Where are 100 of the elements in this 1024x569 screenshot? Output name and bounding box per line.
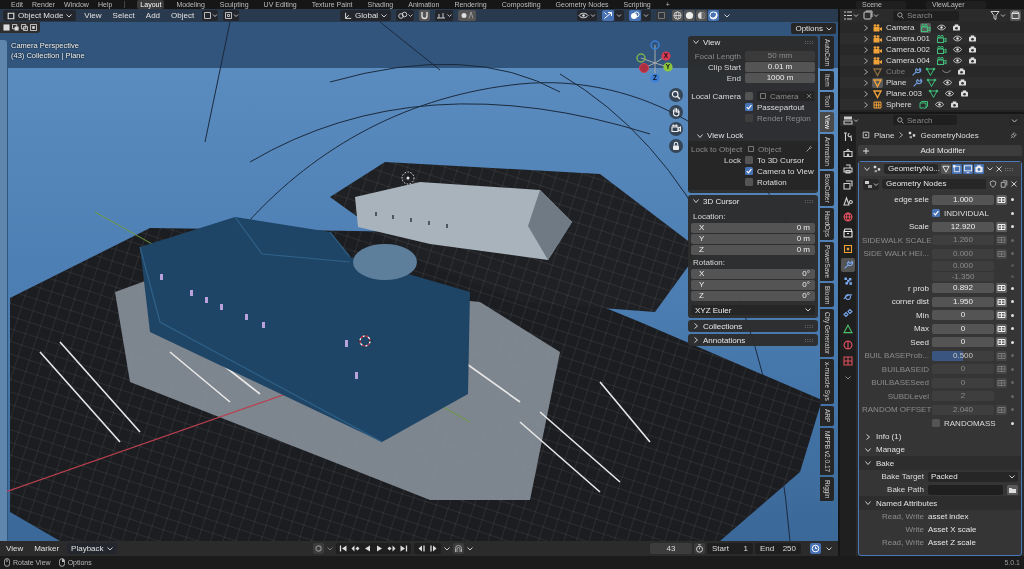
keyframe-dot-icon[interactable] <box>1011 252 1014 256</box>
grid-icon[interactable] <box>996 283 1007 294</box>
rendered-sphere-icon[interactable] <box>708 10 719 21</box>
close-icon[interactable] <box>996 166 1002 172</box>
checkbox[interactable] <box>745 156 753 164</box>
grid-icon[interactable] <box>996 323 1007 334</box>
list-view-icon[interactable] <box>843 10 859 21</box>
camera-icon[interactable] <box>958 79 968 86</box>
camera-icon[interactable] <box>952 24 962 31</box>
close-icon[interactable] <box>1011 181 1017 187</box>
object-field[interactable]: Camera <box>757 91 815 101</box>
number-field[interactable]: 0.892 <box>932 283 994 294</box>
grid-icon[interactable] <box>996 221 1007 232</box>
caret-icon[interactable] <box>444 546 451 551</box>
box-icon[interactable] <box>1010 10 1021 21</box>
eye-icon[interactable] <box>953 46 963 53</box>
add-modifier-button[interactable]: Add Modifier <box>858 145 1022 156</box>
square-outline-icon[interactable] <box>656 10 667 21</box>
funnel-icon[interactable] <box>990 10 1006 21</box>
select-box-icon[interactable] <box>202 10 219 21</box>
number-field[interactable]: 50 mm <box>745 51 815 61</box>
camera-icon[interactable] <box>936 44 948 55</box>
eye-icon[interactable] <box>577 10 597 21</box>
current-frame-field[interactable]: 43 <box>650 543 692 554</box>
bake-target-dropdown[interactable]: Packed <box>928 471 1018 482</box>
menu-item[interactable]: Select <box>109 11 138 20</box>
eye-icon[interactable] <box>953 57 963 64</box>
coordinate-field[interactable]: Z 0 m <box>691 245 815 255</box>
select-mode-icon[interactable] <box>12 24 19 31</box>
drag-handle-icon[interactable] <box>805 199 813 203</box>
keyframe-dot-icon[interactable] <box>1011 408 1014 412</box>
cube-icon[interactable] <box>917 99 929 110</box>
camera-icon[interactable] <box>968 57 978 64</box>
outliner-row[interactable]: Plane.003 <box>840 88 1024 99</box>
triangle-icon[interactable] <box>841 322 855 336</box>
wrench-icon[interactable] <box>912 77 924 88</box>
chevron-right-icon[interactable] <box>863 24 869 31</box>
drag-handle-icon[interactable] <box>805 338 813 342</box>
step-back-icon[interactable] <box>416 543 428 554</box>
playback-dropdown[interactable]: Playback <box>67 543 117 554</box>
search-field[interactable]: Search <box>893 10 959 21</box>
caret-icon[interactable] <box>987 167 993 171</box>
end-frame-field[interactable]: End 250 <box>755 543 801 554</box>
chevron-right-icon[interactable] <box>863 90 869 97</box>
arrow-toggle-icon[interactable] <box>602 10 624 21</box>
panel-header[interactable]: 3D Cursor <box>688 195 818 207</box>
keyframe-dot-icon[interactable] <box>1011 286 1014 290</box>
mode-dropdown[interactable]: Object Mode <box>3 10 77 21</box>
checkbox[interactable] <box>932 209 940 218</box>
camera-icon[interactable] <box>949 101 959 108</box>
square-vertex-icon[interactable] <box>952 164 962 174</box>
eye-icon[interactable] <box>937 24 947 31</box>
panel-header[interactable]: Annotations <box>688 334 818 346</box>
slider-track[interactable]: 0.500 <box>932 350 994 361</box>
keyframe-dot-icon[interactable] <box>1011 300 1014 304</box>
monitor-icon[interactable] <box>963 164 973 174</box>
particles-icon[interactable] <box>841 274 855 288</box>
snap-bars-icon[interactable] <box>435 10 454 21</box>
wrench-icon[interactable] <box>841 258 855 272</box>
keyframe-dot-icon[interactable] <box>1011 313 1014 317</box>
number-field[interactable]: 1000 m <box>745 73 815 83</box>
outliner-row[interactable]: Sphere <box>840 99 1024 110</box>
grid-icon[interactable] <box>996 310 1007 321</box>
select-mode-icon[interactable] <box>21 24 28 31</box>
outliner-row[interactable]: Plane <box>840 77 1024 88</box>
keyframe-dot-icon[interactable] <box>1011 238 1014 242</box>
triangle-icon[interactable] <box>928 88 940 99</box>
outliner-row[interactable]: Camera.002 <box>840 44 1024 55</box>
coordinate-field[interactable]: Y 0 m <box>691 234 815 244</box>
chain-link-icon[interactable] <box>841 306 855 320</box>
menu-item[interactable]: View <box>3 544 27 553</box>
chevron-down-icon[interactable] <box>845 376 851 380</box>
number-field[interactable]: 0 <box>932 337 994 348</box>
start-frame-field[interactable]: Start 1 <box>707 543 753 554</box>
select-box-icon[interactable] <box>223 10 240 21</box>
material-sphere-icon[interactable] <box>696 10 707 21</box>
outliner-row[interactable]: Camera <box>840 22 1024 33</box>
keyframe-dot-icon[interactable] <box>1011 198 1014 202</box>
eye-icon[interactable] <box>943 79 953 86</box>
globe-icon[interactable] <box>841 210 855 224</box>
checkbox-label[interactable]: RANDOMASS <box>944 418 996 428</box>
keyframe-dot-icon[interactable] <box>1011 340 1014 344</box>
arch-icon[interactable] <box>453 543 465 554</box>
linked-rings-icon[interactable] <box>396 10 415 21</box>
node-group-field[interactable]: Geometry Nodes <box>882 179 986 189</box>
outliner-row[interactable]: Camera.001 <box>840 33 1024 44</box>
number-field[interactable]: 0 <box>932 323 994 334</box>
drag-handle-icon[interactable] <box>805 324 813 328</box>
camera-icon[interactable] <box>920 22 932 33</box>
object-field[interactable]: Object <box>745 144 815 154</box>
rotation-mode-dropdown[interactable]: XYZ Euler <box>691 305 815 315</box>
drag-handle-icon[interactable] <box>1005 167 1013 171</box>
camera-icon[interactable] <box>936 55 948 66</box>
checkbox-label[interactable]: To 3D Cursor <box>757 155 805 165</box>
number-field[interactable]: 1.000 <box>932 194 994 205</box>
grid-icon[interactable] <box>996 337 1007 348</box>
printer-icon[interactable] <box>841 162 855 176</box>
eye-closed-icon[interactable] <box>942 68 952 75</box>
hand-icon[interactable] <box>669 105 683 119</box>
checkbox-label[interactable]: Passepartout <box>757 102 805 112</box>
